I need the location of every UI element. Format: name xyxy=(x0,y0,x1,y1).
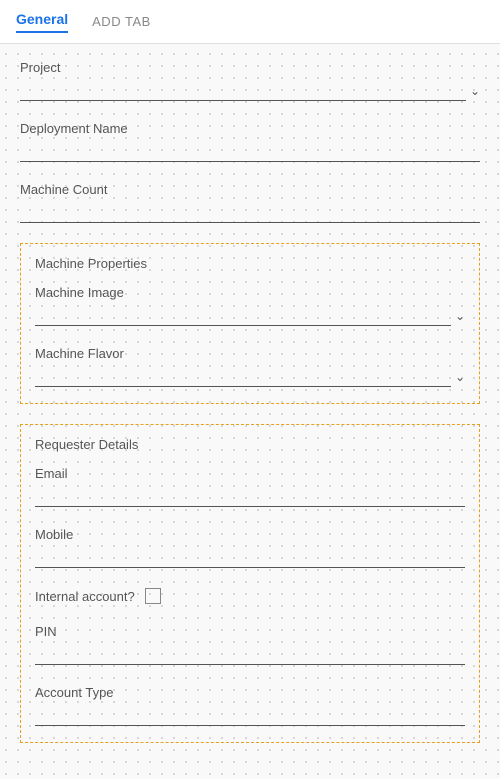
machine-image-label: Machine Image xyxy=(35,285,465,300)
machine-count-input[interactable] xyxy=(20,203,480,223)
project-label: Project xyxy=(20,60,480,75)
machine-count-label: Machine Count xyxy=(20,182,480,197)
mobile-label: Mobile xyxy=(35,527,465,542)
deployment-name-label: Deployment Name xyxy=(20,121,480,136)
pin-label: PIN xyxy=(35,624,465,639)
internal-account-checkbox[interactable] xyxy=(145,588,161,604)
machine-flavor-chevron-icon: ⌄ xyxy=(455,370,465,384)
tab-bar: General ADD TAB xyxy=(0,0,500,44)
machine-flavor-input-wrapper: ⌄ xyxy=(35,367,465,387)
pin-field-group: PIN xyxy=(35,624,465,665)
project-chevron-icon: ⌄ xyxy=(470,84,480,98)
mobile-field-group: Mobile xyxy=(35,527,465,568)
machine-flavor-field-group: Machine Flavor ⌄ xyxy=(35,346,465,387)
machine-flavor-input[interactable] xyxy=(35,367,451,387)
page-container: General ADD TAB Project ⌄ Deployment Nam… xyxy=(0,0,500,779)
machine-count-field-group: Machine Count xyxy=(20,182,480,223)
email-field-group: Email xyxy=(35,466,465,507)
machine-properties-title: Machine Properties xyxy=(35,256,465,271)
requester-details-section: Requester Details Email Mobile Internal … xyxy=(20,424,480,743)
machine-image-input[interactable] xyxy=(35,306,451,326)
internal-account-label: Internal account? xyxy=(35,589,135,604)
machine-image-input-wrapper: ⌄ xyxy=(35,306,465,326)
internal-account-field-group: Internal account? xyxy=(35,588,465,604)
deployment-name-field-group: Deployment Name xyxy=(20,121,480,162)
tab-general[interactable]: General xyxy=(16,11,68,33)
account-type-field-group: Account Type xyxy=(35,685,465,726)
account-type-label: Account Type xyxy=(35,685,465,700)
requester-details-title: Requester Details xyxy=(35,437,465,452)
machine-image-chevron-icon: ⌄ xyxy=(455,309,465,323)
email-input[interactable] xyxy=(35,487,465,507)
email-label: Email xyxy=(35,466,465,481)
project-input[interactable] xyxy=(20,81,466,101)
mobile-input[interactable] xyxy=(35,548,465,568)
account-type-input[interactable] xyxy=(35,706,465,726)
deployment-name-input[interactable] xyxy=(20,142,480,162)
internal-account-wrapper: Internal account? xyxy=(35,588,465,604)
main-content: Project ⌄ Deployment Name Machine Count … xyxy=(0,44,500,779)
pin-input[interactable] xyxy=(35,645,465,665)
project-field-group: Project ⌄ xyxy=(20,60,480,101)
machine-flavor-label: Machine Flavor xyxy=(35,346,465,361)
tab-add[interactable]: ADD TAB xyxy=(92,14,151,29)
project-input-wrapper: ⌄ xyxy=(20,81,480,101)
machine-properties-section: Machine Properties Machine Image ⌄ Machi… xyxy=(20,243,480,404)
machine-image-field-group: Machine Image ⌄ xyxy=(35,285,465,326)
